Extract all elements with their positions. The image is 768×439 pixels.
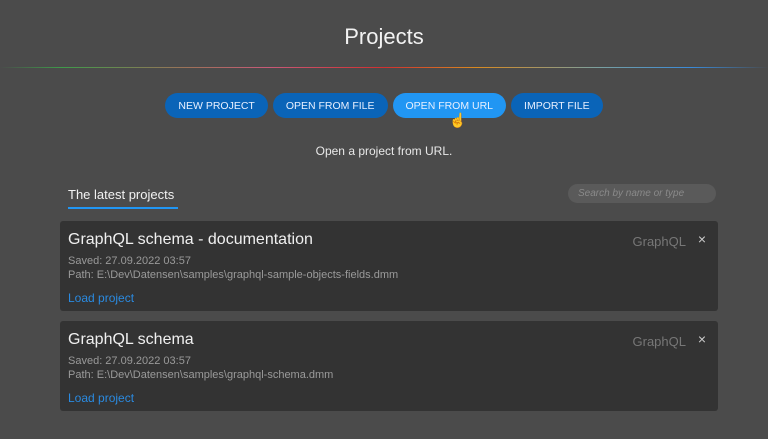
project-saved: Saved: 27.09.2022 03:57 [68, 255, 191, 267]
search-input[interactable] [568, 184, 716, 203]
project-path: Path: E:\Dev\Datensen\samples\graphql-sc… [68, 369, 334, 381]
load-project-link[interactable]: Load project [68, 291, 134, 305]
close-icon[interactable]: × [698, 331, 706, 347]
project-saved: Saved: 27.09.2022 03:57 [68, 355, 191, 367]
action-hint: Open a project from URL. [315, 144, 453, 158]
project-path: Path: E:\Dev\Datensen\samples\graphql-sa… [68, 269, 399, 281]
gradient-divider [0, 67, 768, 68]
project-type: GraphQL [632, 234, 686, 249]
project-card: GraphQL schema - documentation GraphQL ×… [60, 221, 718, 311]
import-file-button[interactable]: IMPORT FILE [511, 93, 603, 118]
hand-cursor-icon: ☝ [449, 112, 467, 128]
project-type: GraphQL [632, 334, 686, 349]
project-name: GraphQL schema - documentation [68, 231, 313, 248]
close-icon[interactable]: × [698, 231, 706, 247]
load-project-link[interactable]: Load project [68, 391, 134, 405]
tab-latest-projects[interactable]: The latest projects [68, 187, 178, 209]
project-name: GraphQL schema [68, 331, 194, 348]
page-title: Projects [344, 24, 424, 49]
new-project-button[interactable]: NEW PROJECT [165, 93, 268, 118]
project-card: GraphQL schema GraphQL × Saved: 27.09.20… [60, 321, 718, 411]
open-from-file-button[interactable]: OPEN FROM FILE [272, 93, 388, 118]
action-buttons: NEW PROJECT OPEN FROM FILE OPEN FROM URL… [0, 93, 768, 118]
